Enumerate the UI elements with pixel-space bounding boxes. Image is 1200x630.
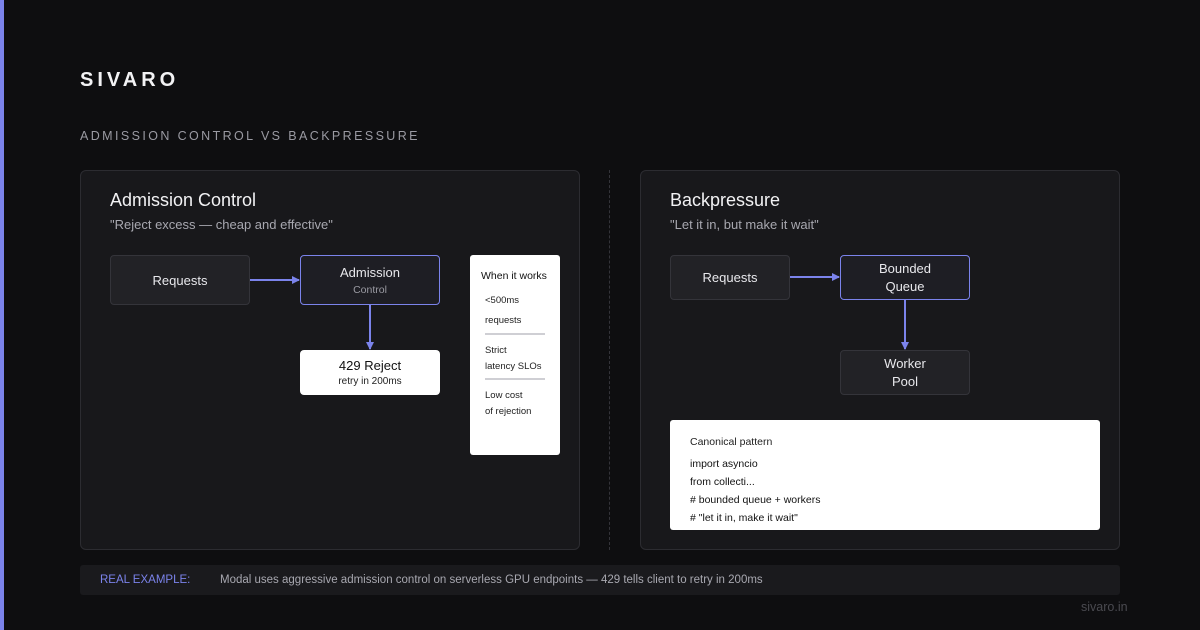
code-line: import asyncio (690, 458, 758, 470)
works-separator (485, 333, 545, 335)
pool-label-line: Worker (884, 356, 926, 371)
worker-pool-box: Worker Pool (840, 350, 970, 395)
works-item-line: Strict (485, 345, 507, 356)
works-item-line: of rejection (485, 406, 532, 417)
works-item-line: <500ms (485, 295, 520, 306)
panel-quote: "Reject excess — cheap and effective" (110, 217, 333, 232)
brand-logo: SIVARO (80, 69, 180, 91)
panel-title: Backpressure (670, 190, 781, 210)
panel-title: Admission Control (110, 190, 257, 210)
reject-label: 429 Reject (338, 358, 402, 373)
code-line: # bounded queue + workers (690, 494, 821, 506)
example-label: REAL EXAMPLE: (100, 574, 191, 586)
works-item-line: requests (485, 315, 522, 326)
bounded-queue-box: Bounded Queue (840, 255, 970, 300)
reject-box: 429 Reject retry in 200ms (300, 350, 440, 395)
accent-bar (0, 0, 4, 630)
when-it-works-card: When it works <500ms requests Strict lat… (470, 255, 560, 455)
code-title: Canonical pattern (690, 436, 773, 448)
works-item: Strict latency SLOs (485, 343, 549, 375)
admission-sub-label: Control (353, 283, 387, 296)
real-example-bar: REAL EXAMPLE: Modal uses aggressive admi… (80, 565, 1120, 595)
admission-control-box: Admission Control (300, 255, 440, 305)
works-item-line: Low cost (485, 390, 523, 401)
admission-label: Admission (340, 264, 400, 280)
panel-quote: "Let it in, but make it wait" (670, 217, 819, 232)
works-item-line: latency SLOs (485, 361, 542, 372)
footer-url: sivaro.in (1081, 600, 1128, 614)
panel-divider (609, 170, 610, 550)
works-item: <500ms requests (485, 293, 549, 329)
canonical-pattern-card: Canonical pattern import asyncio from co… (670, 420, 1100, 530)
reject-sub-label: retry in 200ms (338, 376, 402, 387)
works-item: Low cost of rejection (485, 388, 549, 420)
example-text: Modal uses aggressive admission control … (220, 574, 763, 586)
works-separator (485, 378, 545, 380)
code-line: from collecti... (690, 476, 755, 488)
queue-label-line: Queue (885, 279, 925, 294)
requests-box: Requests (110, 255, 250, 305)
works-title: When it works (481, 270, 547, 282)
code-line: # "let it in, make it wait" (690, 512, 798, 524)
pool-label-line: Pool (891, 374, 919, 389)
requests-label: Requests (152, 272, 208, 288)
page-subtitle: ADMISSION CONTROL VS BACKPRESSURE (80, 129, 420, 143)
requests-box: Requests (670, 255, 790, 300)
queue-label-line: Bounded (878, 261, 932, 276)
requests-label: Requests (702, 270, 758, 285)
